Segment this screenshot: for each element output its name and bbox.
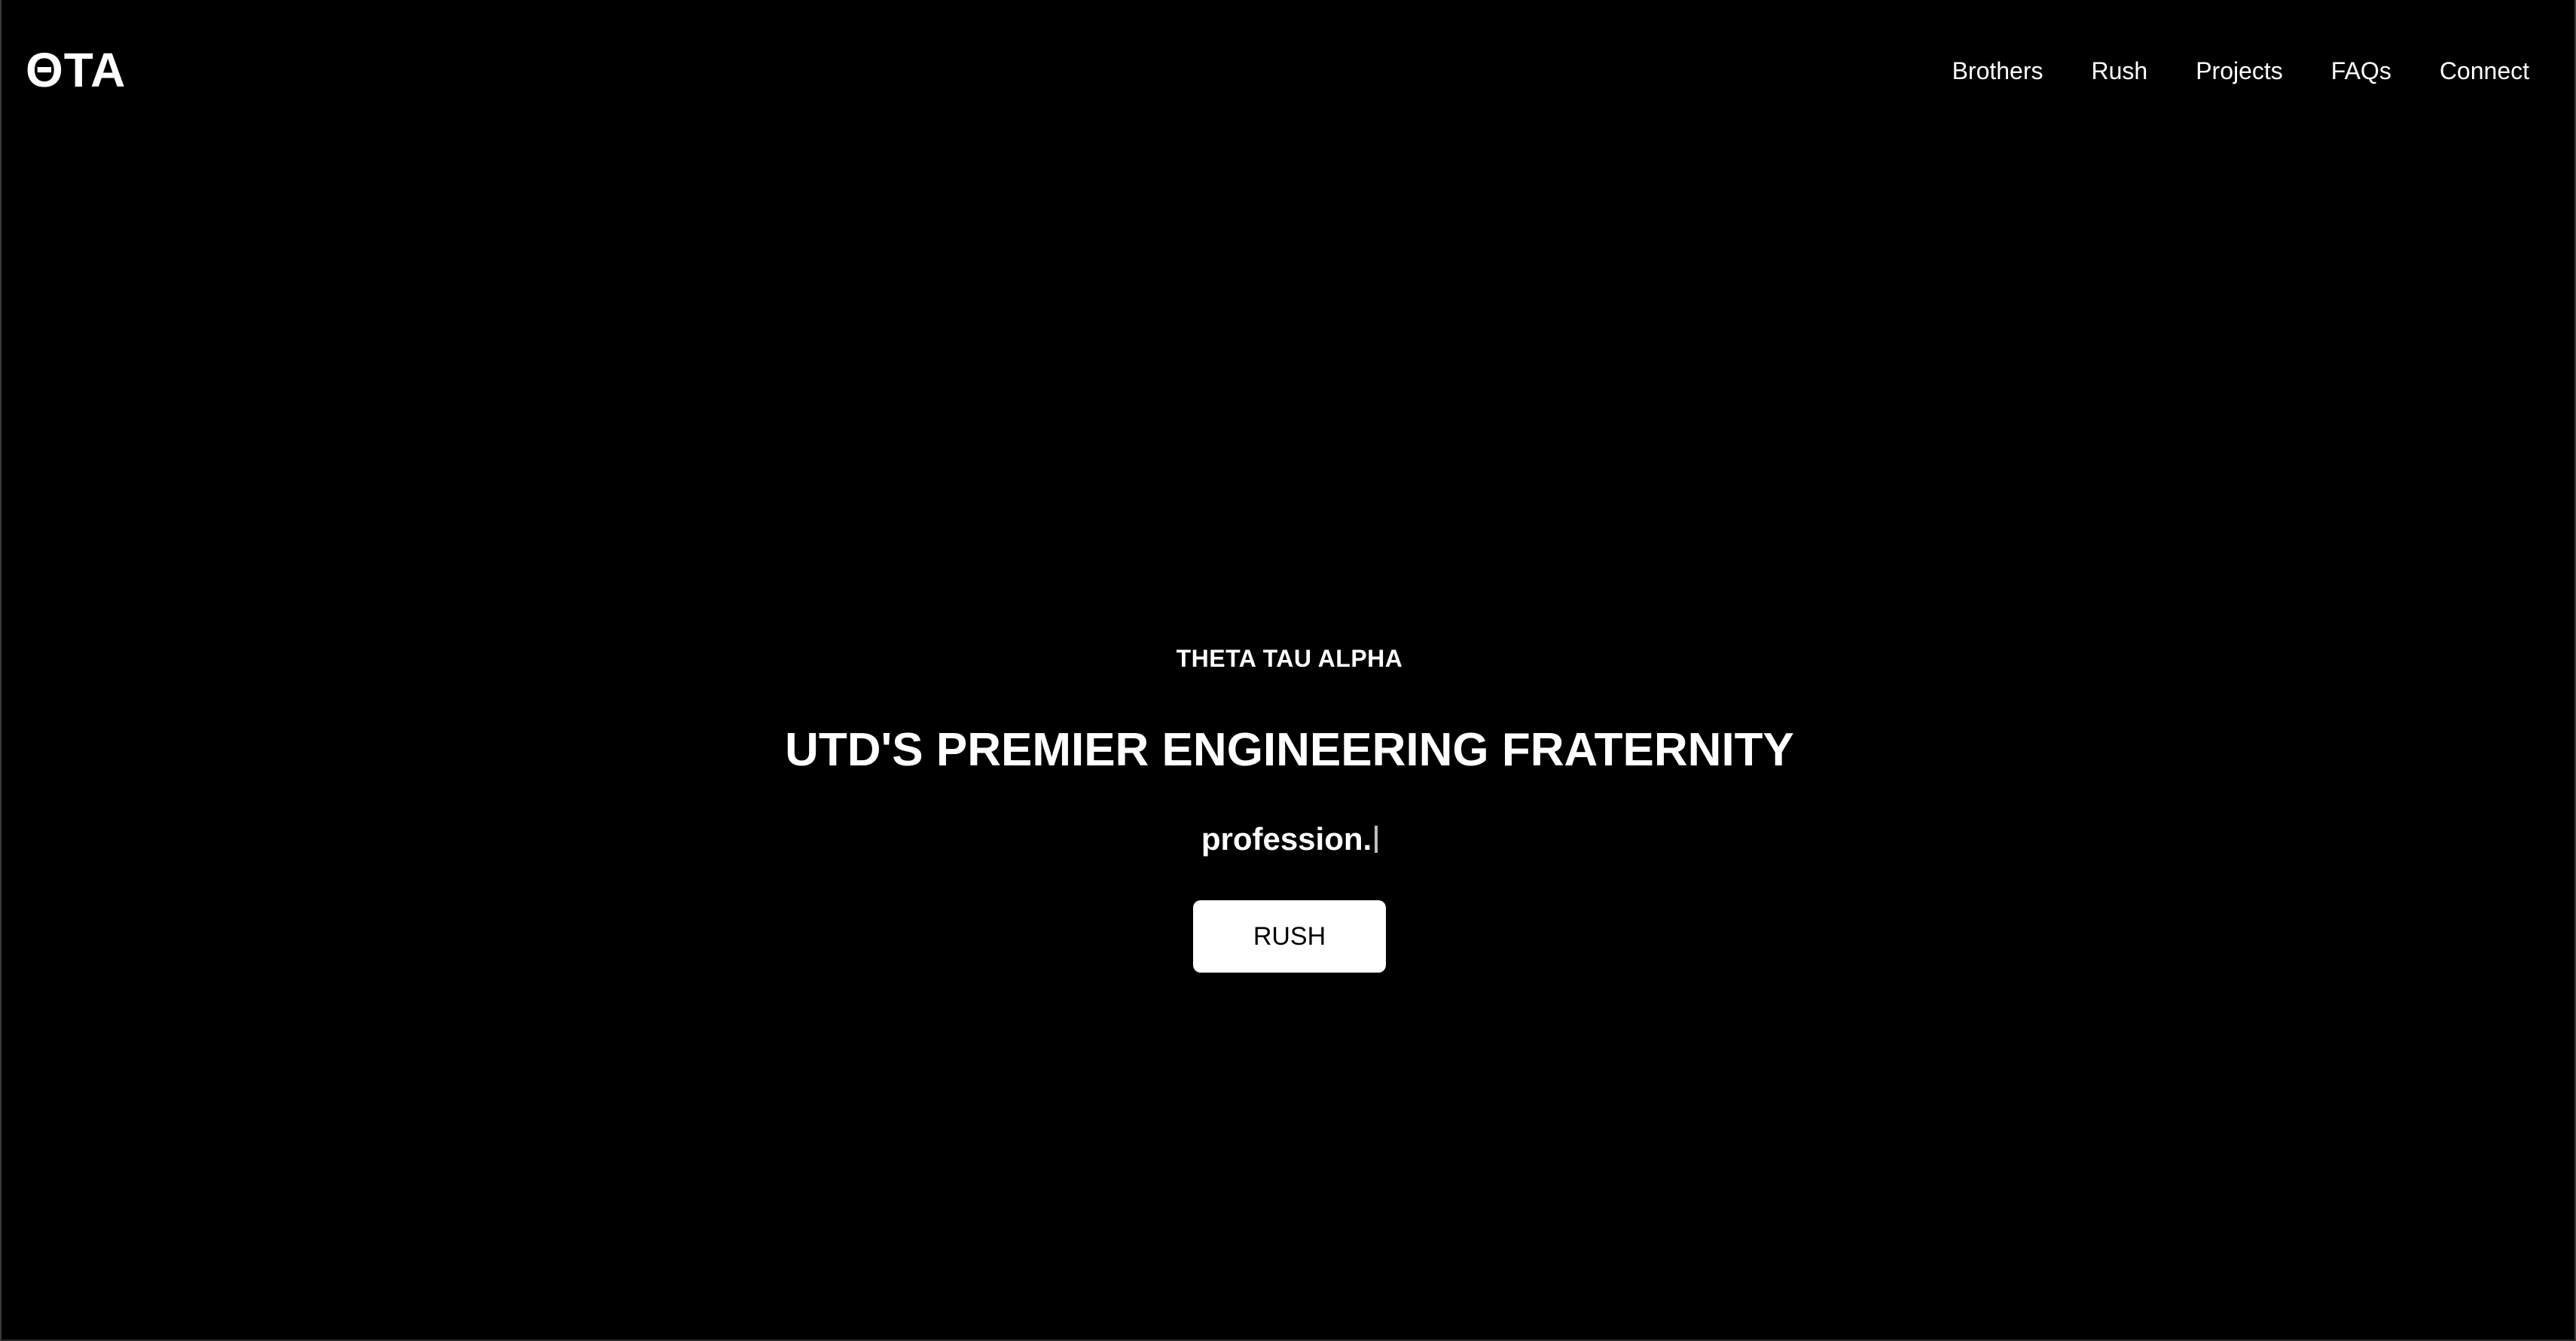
hero-section: THETA TAU ALPHA UTD'S PREMIER ENGINEERIN…	[2, 0, 2576, 1341]
hero-eyebrow: THETA TAU ALPHA	[1176, 645, 1403, 672]
rush-button[interactable]: RUSH	[1193, 900, 1386, 973]
typed-text: profession.	[1201, 821, 1372, 857]
text-cursor	[1375, 826, 1378, 853]
page-frame: ΘTA Brothers Rush Projects FAQs Connect …	[0, 0, 2576, 1341]
hero-headline: UTD'S PREMIER ENGINEERING FRATERNITY	[785, 724, 1794, 776]
typed-text-line: profession.	[2, 820, 2576, 859]
